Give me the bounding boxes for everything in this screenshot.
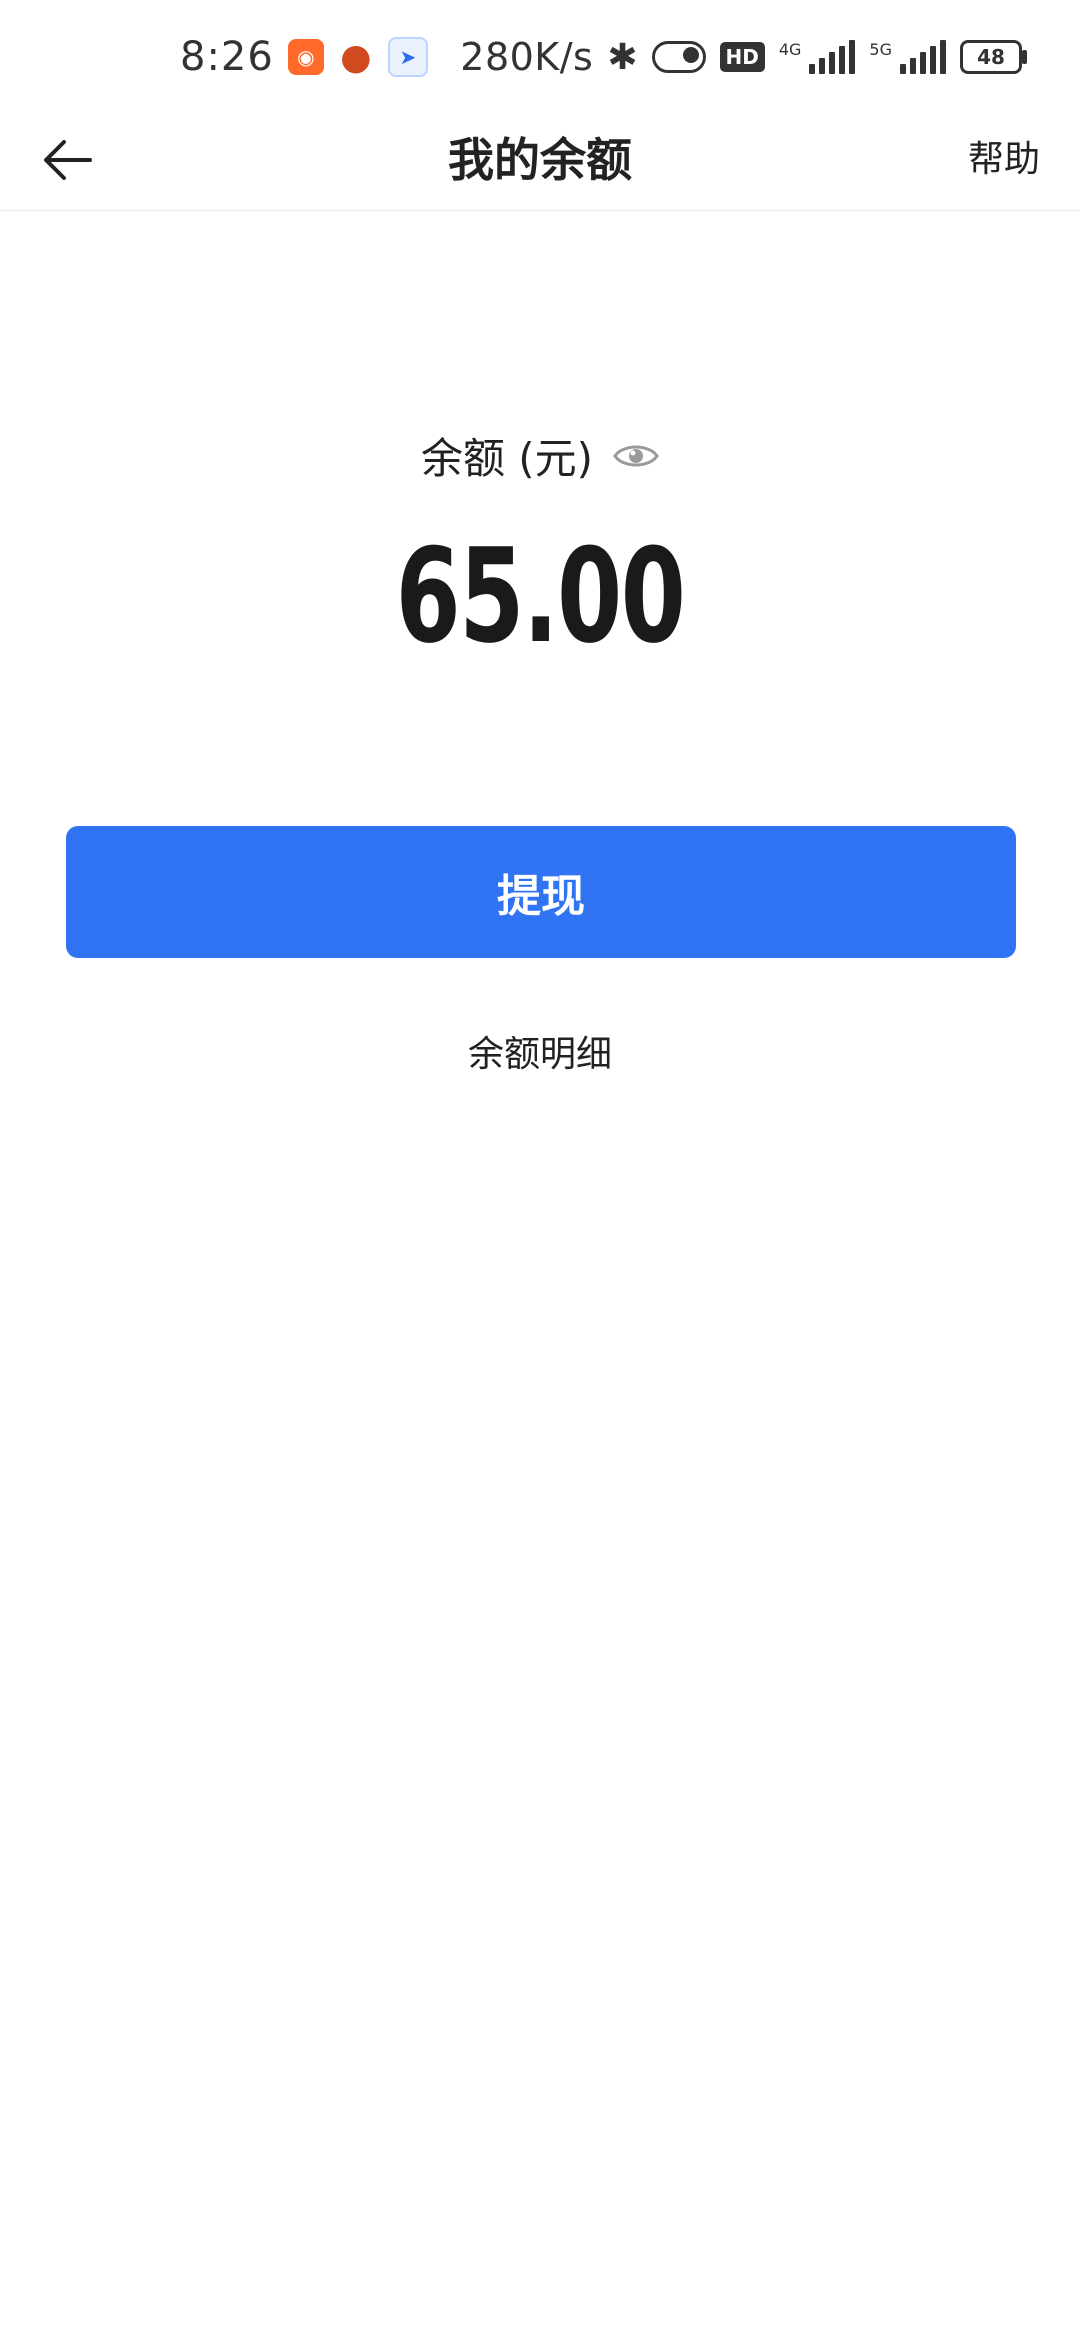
balance-label-row: 余额 (元) bbox=[0, 425, 1080, 486]
mi-store-icon: ◉ bbox=[287, 39, 324, 75]
help-link[interactable]: 帮助 bbox=[968, 110, 1040, 210]
signal-bar bbox=[849, 40, 856, 74]
status-right: 280K/s ✱ HD 4G 5G 48 bbox=[460, 28, 1027, 86]
eye-icon[interactable] bbox=[613, 433, 659, 479]
signal-bar bbox=[829, 52, 836, 74]
signal-bar bbox=[930, 46, 936, 74]
app-header: 我的余额 帮助 bbox=[0, 110, 1080, 211]
battery-level: 48 bbox=[977, 45, 1005, 69]
balance-amount: 65.00 bbox=[395, 520, 686, 672]
net-speed: 280K/s bbox=[460, 35, 594, 79]
page-title: 我的余额 bbox=[448, 133, 632, 187]
signal-4g-icon: 4G bbox=[779, 40, 856, 74]
status-time: 8:26 bbox=[180, 34, 274, 80]
signal-5g-label: 5G bbox=[869, 40, 892, 59]
signal-bar bbox=[940, 40, 946, 74]
withdraw-button[interactable]: 提现 bbox=[66, 826, 1016, 958]
hd-badge: HD bbox=[719, 42, 765, 72]
signal-5g-icon: 5G bbox=[869, 40, 946, 74]
signal-bar bbox=[920, 52, 926, 74]
signal-4g-label: 4G bbox=[778, 40, 802, 59]
signal-bar bbox=[819, 58, 826, 74]
balance-detail-link[interactable]: 余额明细 bbox=[0, 1025, 1080, 1077]
status-left: 8:26 ◉ ● ➤ bbox=[180, 28, 428, 86]
pumpkin-icon: ● bbox=[340, 36, 372, 78]
toggle-icon bbox=[651, 41, 706, 73]
balance-label: 余额 (元) bbox=[420, 434, 594, 483]
status-bar: 8:26 ◉ ● ➤ 280K/s ✱ HD 4G 5G 48 bbox=[0, 0, 1080, 110]
signal-bar bbox=[839, 46, 846, 74]
signal-bar bbox=[809, 64, 816, 74]
compass-icon: ➤ bbox=[387, 37, 428, 77]
signal-bar bbox=[910, 58, 916, 74]
signal-bar bbox=[900, 64, 906, 74]
bluetooth-icon: ✱ bbox=[607, 36, 638, 78]
battery-icon: 48 bbox=[960, 40, 1027, 74]
